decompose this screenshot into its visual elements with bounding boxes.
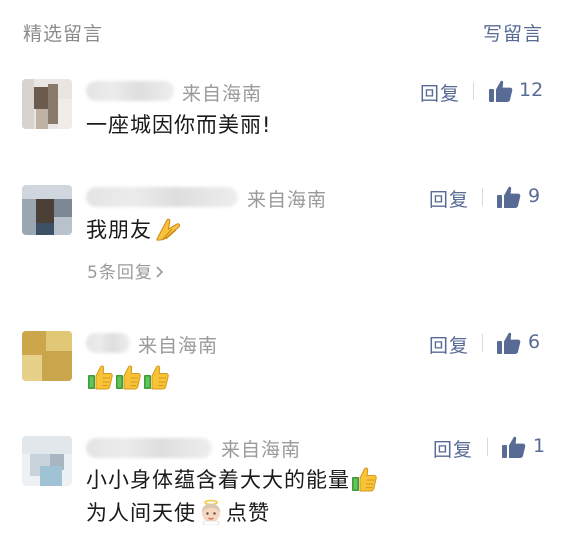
featured-comments-title: 精选留言 — [23, 23, 104, 45]
reply-button[interactable]: 回复 — [420, 79, 460, 106]
comment-text: 一座城因你而美丽! — [86, 113, 272, 137]
comment-item: 来自海南 回复 1 小小身体蕴含着大大的能量 为人间天使 点赞 — [0, 428, 569, 541]
comment-item: 来自海南 回复 6 — [0, 322, 569, 412]
like-count: 12 — [519, 79, 544, 101]
comment-location: 来自海南 — [221, 439, 302, 461]
avatar[interactable] — [22, 79, 72, 129]
reply-button[interactable]: 回复 — [433, 435, 473, 462]
avatar[interactable] — [22, 331, 72, 381]
divider — [473, 82, 474, 100]
thumbs-up-emoji — [87, 364, 113, 390]
thumbs-up-icon[interactable] — [497, 332, 521, 354]
comment-text-line-1: 小小身体蕴含着大大的能量 — [86, 463, 378, 497]
thumbs-up-emoji — [351, 466, 377, 492]
thumbs-up-icon[interactable] — [502, 436, 526, 458]
view-sub-replies-link[interactable]: 5条回复 — [87, 258, 165, 283]
comment-location: 来自海南 — [247, 189, 328, 211]
comment-text-line-2: 为人间天使 点赞 — [86, 496, 270, 530]
like-count: 6 — [528, 331, 541, 353]
like-count: 9 — [528, 185, 541, 207]
nickname-blurred — [86, 187, 238, 207]
nickname-blurred — [86, 333, 130, 353]
chevron-right-icon — [156, 266, 163, 278]
comment-text-part: 点赞 — [226, 501, 270, 525]
thumbs-up-emoji — [143, 364, 169, 390]
write-comment-button[interactable]: 写留言 — [483, 19, 543, 46]
nickname-blurred — [86, 81, 174, 101]
reply-button[interactable]: 回复 — [429, 185, 469, 212]
reply-button[interactable]: 回复 — [429, 331, 469, 358]
thumbs-up-icon[interactable] — [497, 186, 521, 208]
avatar[interactable] — [22, 185, 72, 235]
comment-text: 我朋友 — [86, 213, 182, 247]
comments-header: 精选留言 写留言 — [0, 0, 569, 62]
comment-text — [86, 361, 170, 395]
avatar[interactable] — [22, 436, 72, 486]
comment-text-part: 为人间天使 — [86, 501, 196, 525]
comment-location: 来自海南 — [138, 335, 219, 357]
thumbs-up-emoji — [115, 364, 141, 390]
nickname-blurred — [86, 438, 212, 458]
comment-text-main: 小小身体蕴含着大大的能量 — [86, 468, 350, 492]
divider — [482, 188, 483, 206]
comment-item: 来自海南 回复 9 我朋友 5条回复 — [0, 176, 569, 306]
sub-replies-label: 5条回复 — [87, 263, 153, 283]
comment-location: 来自海南 — [182, 83, 263, 105]
comment-item: 来自海南 回复 12 一座城因你而美丽! — [0, 70, 569, 170]
like-count: 1 — [533, 435, 546, 457]
folded-hands-emoji — [154, 216, 182, 242]
baby-angel-emoji — [198, 499, 224, 525]
thumbs-up-icon[interactable] — [489, 80, 513, 102]
divider — [482, 334, 483, 352]
comment-text-main: 我朋友 — [86, 218, 152, 242]
divider — [487, 438, 488, 456]
